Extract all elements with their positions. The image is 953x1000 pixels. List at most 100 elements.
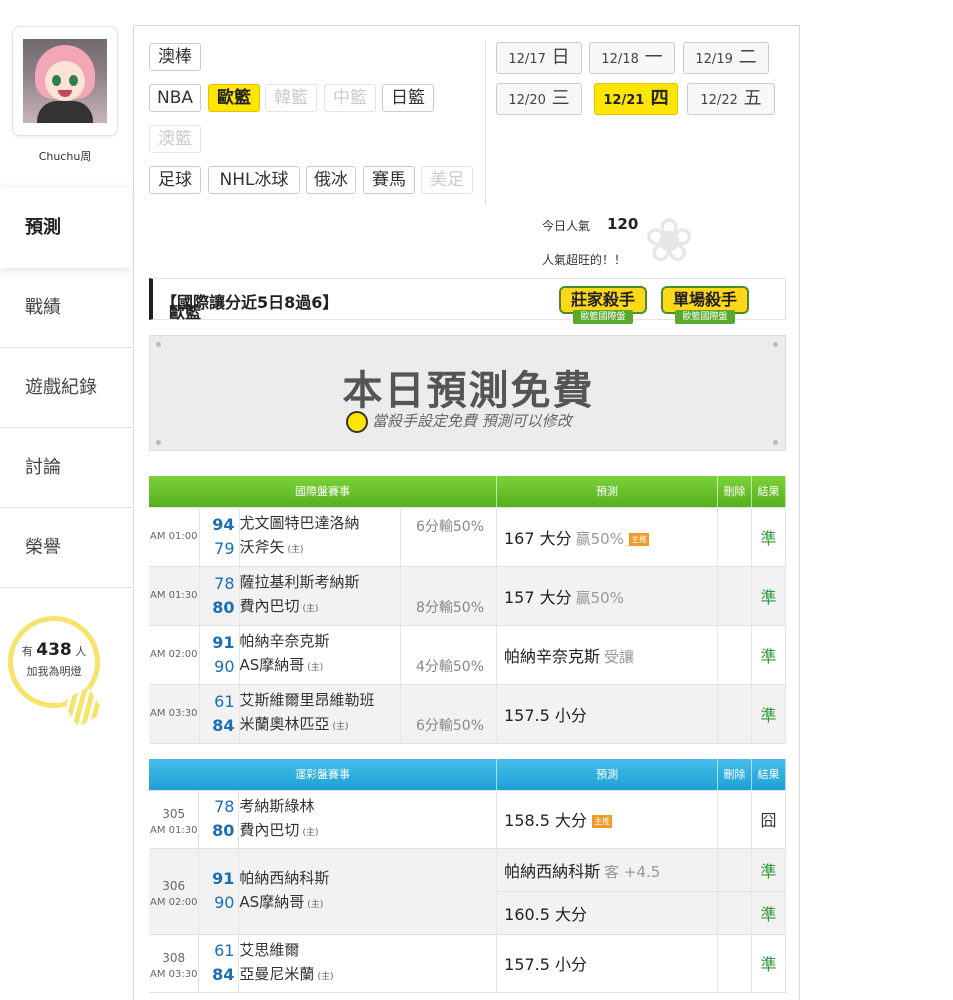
table-row: AM 03:30 61 84 艾斯維爾里昂維勒班 米蘭奧林匹亞 (主) 6分輸50% … bbox=[149, 683, 786, 744]
result: 準 bbox=[751, 624, 786, 685]
intl-header-delete: 刪除 bbox=[717, 476, 752, 507]
fans-suffix: 人 bbox=[75, 645, 87, 658]
sport-tag-japan-basketball[interactable]: 日籃 bbox=[382, 84, 434, 112]
sport-tag-euro-basketball[interactable]: 歐籃 bbox=[208, 84, 260, 112]
game-time: AM 03:30 bbox=[149, 683, 200, 744]
delete-cell bbox=[717, 789, 752, 849]
lottery-header-predict: 預測 bbox=[496, 759, 719, 790]
delete-cell bbox=[717, 565, 752, 626]
sport-tag-aus-baseball[interactable]: 澳棒 bbox=[149, 43, 201, 71]
date-tab-1218[interactable]: 12/18 一 bbox=[589, 42, 675, 74]
nav-item-predict[interactable]: 預測 bbox=[0, 188, 132, 268]
username[interactable]: Chuchu周 bbox=[0, 148, 130, 164]
prediction: 167 大分 bbox=[504, 528, 572, 548]
prediction: 157 大分 bbox=[504, 587, 572, 607]
date-tab-1219[interactable]: 12/19 二 bbox=[683, 42, 769, 74]
team-away: 帕納西納科斯 bbox=[239, 868, 330, 887]
lottery-header-games: 運彩盤賽事 bbox=[149, 759, 498, 790]
prediction: 158.5 大分 bbox=[504, 811, 588, 830]
main-panel: 澳棒 NBA 歐籃 韓籃 中籃 日籃 澳籃 足球 NHL冰球 俄冰 賽馬 美足 … bbox=[133, 25, 800, 1000]
popularity-label: 今日人氣 bbox=[542, 219, 591, 233]
sport-tag-soccer[interactable]: 足球 bbox=[149, 166, 201, 194]
game-time: AM 01:00 bbox=[149, 506, 200, 567]
delete-cell bbox=[717, 683, 752, 744]
main-pick-badge: 主推 bbox=[592, 815, 613, 828]
sport-tag-china-basketball: 中籃 bbox=[324, 84, 376, 112]
table-row: AM 02:00 91 90 帕納辛奈克斯 AS摩納哥 (主) 4分輸50% 帕納辛奈… bbox=[149, 624, 786, 685]
nav-item-honor[interactable]: 榮譽 bbox=[0, 508, 132, 588]
date-tab-1220[interactable]: 12/20 三 bbox=[496, 83, 582, 115]
team-home: 亞曼尼米蘭 bbox=[239, 964, 315, 983]
free-banner-subtitle: 當殺手設定免費 預測可以修改 bbox=[372, 412, 572, 430]
team-home: 費內巴切 bbox=[239, 820, 300, 839]
intl-predictions-table: 國際盤賽事 預測 刪除 結果 AM 01:00 94 79 尤文圖特巴達洛納 沃斧矢… bbox=[149, 476, 786, 744]
result: 準 bbox=[751, 890, 787, 935]
result: 準 bbox=[751, 683, 786, 744]
date-tab-1222[interactable]: 12/22 五 bbox=[687, 83, 775, 115]
free-banner-title: 本日預測免費 bbox=[342, 368, 595, 414]
odds: 6分輸50% bbox=[400, 683, 498, 744]
sport-tag-horse-racing[interactable]: 賽馬 bbox=[363, 166, 415, 194]
popularity-comment: 人氣超旺的！！ bbox=[542, 253, 627, 267]
avatar[interactable] bbox=[12, 26, 118, 136]
odds: 4分輸50% bbox=[400, 624, 498, 685]
date-tab-1221[interactable]: 12/21 四 bbox=[594, 83, 678, 115]
team-away: 薩拉基利斯考納斯 bbox=[239, 573, 360, 591]
odds: 8分輸50% bbox=[400, 565, 498, 626]
sport-tag-russia-hockey[interactable]: 俄冰 bbox=[306, 166, 356, 194]
sport-tag-korea-basketball: 韓籃 bbox=[265, 84, 317, 112]
delete-cell bbox=[717, 624, 752, 685]
sport-tag-aus-basketball: 澳籃 bbox=[149, 125, 201, 153]
team-home: 費內巴切 bbox=[239, 597, 300, 615]
result: 準 bbox=[751, 506, 786, 567]
badge-bookie-killer[interactable]: 莊家殺手 歐籃國際盤 bbox=[559, 280, 647, 326]
intl-header-games: 國際盤賽事 bbox=[149, 476, 497, 507]
table-row: AM 01:00 94 79 尤文圖特巴達洛納 沃斧矢 (主) 6分輸50% 167 … bbox=[149, 506, 786, 567]
date-tab-1217[interactable]: 12/17 日 bbox=[496, 42, 582, 74]
popularity-decoration-icon: ❀ bbox=[644, 206, 695, 276]
team-away: 考納斯綠林 bbox=[239, 796, 315, 815]
game-time: AM 01:30 bbox=[149, 565, 200, 626]
smile-icon bbox=[346, 410, 368, 433]
nav-item-game-log[interactable]: 遊戲紀錄 bbox=[0, 348, 132, 428]
table-row: 308 AM 03:30 61 84 艾思維爾 亞曼尼米蘭 (主) 157.5 小分 準 bbox=[149, 933, 787, 993]
delete-cell bbox=[717, 847, 752, 892]
team-home: 米蘭奧林匹亞 bbox=[239, 715, 330, 733]
sport-tag-nba[interactable]: NBA bbox=[149, 84, 201, 112]
delete-cell bbox=[717, 933, 752, 993]
main-pick-badge: 主推 bbox=[629, 532, 650, 546]
team-away: 艾思維爾 bbox=[239, 940, 300, 959]
sport-tag-us-football: 美足 bbox=[421, 166, 473, 194]
team-home: AS摩納哥 bbox=[239, 656, 305, 674]
nav-item-discussion[interactable]: 討論 bbox=[0, 428, 132, 508]
delete-cell bbox=[717, 890, 752, 935]
result: 囧 bbox=[751, 789, 787, 849]
prediction: 帕納辛奈克斯 bbox=[504, 646, 601, 666]
divider bbox=[485, 40, 486, 206]
sidebar: Chuchu周 預測 戰績 遊戲紀錄 討論 榮譽 有 438 人 加我為明燈 bbox=[0, 0, 132, 1000]
team-away: 帕納辛奈克斯 bbox=[239, 632, 330, 650]
lottery-header-result: 結果 bbox=[751, 759, 787, 790]
prediction: 帕納西納科斯 bbox=[504, 861, 601, 881]
result: 準 bbox=[751, 565, 786, 626]
table-row: AM 01:30 78 80 薩拉基利斯考納斯 費內巴切 (主) 8分輸50% 157… bbox=[149, 565, 786, 626]
popularity-count: 120 bbox=[607, 215, 639, 233]
lottery-header-delete: 刪除 bbox=[717, 759, 752, 790]
sport-tag-nhl[interactable]: NHL冰球 bbox=[208, 166, 300, 194]
table-row: 305 AM 01:30 78 80 考納斯綠林 費內巴切 (主) 158.5 大分 主… bbox=[149, 789, 787, 849]
lightbulb-fans[interactable]: 有 438 人 加我為明燈 bbox=[8, 612, 104, 732]
result: 準 bbox=[751, 847, 787, 892]
prediction: 160.5 大分 bbox=[504, 904, 588, 924]
badge-single-killer[interactable]: 單場殺手 歐籃國際盤 bbox=[661, 280, 749, 326]
nav-item-record[interactable]: 戰績 bbox=[0, 268, 132, 348]
league-name: 歐籃 bbox=[169, 303, 202, 322]
prediction: 157.5 小分 bbox=[504, 955, 588, 974]
fans-text: 加我為明燈 bbox=[26, 665, 82, 678]
team-home: AS摩納哥 bbox=[239, 892, 305, 911]
team-away: 尤文圖特巴達洛納 bbox=[239, 514, 360, 532]
odds: 6分輸50% bbox=[400, 506, 498, 567]
delete-cell bbox=[717, 506, 752, 567]
game-time: AM 02:00 bbox=[149, 624, 200, 685]
fans-count: 438 bbox=[36, 640, 72, 660]
fans-prefix: 有 bbox=[21, 645, 33, 658]
